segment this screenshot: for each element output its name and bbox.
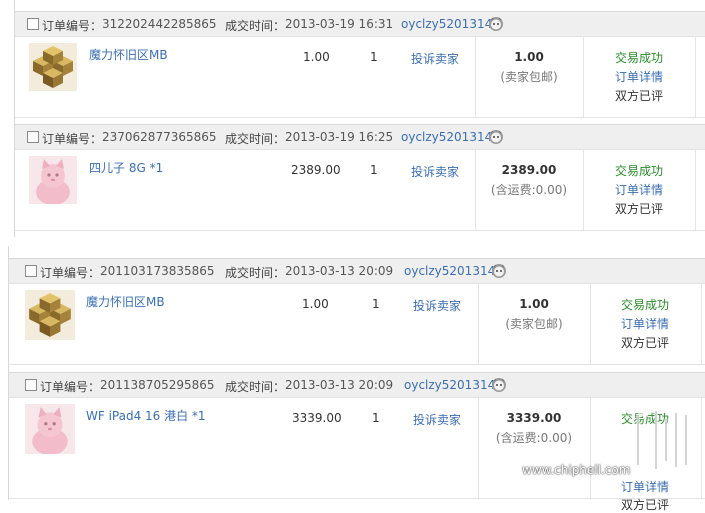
deal-time-label: 成交时间： xyxy=(225,266,286,280)
rating-status: 双方已评 xyxy=(621,498,670,512)
order-body: WF iPad4 16 港白 *1 3339.00 1 投诉卖家 3339.00… xyxy=(9,398,705,512)
order-select-checkbox[interactable] xyxy=(27,18,39,30)
aliwangwang-icon[interactable] xyxy=(488,129,504,145)
order-select-checkbox[interactable] xyxy=(25,265,37,277)
unit-price: 3339.00 xyxy=(292,411,342,425)
shipping-note: (卖家包邮) xyxy=(500,70,558,84)
orders-panel-bottom: 订单编号： 201103173835865 成交时间： 2013-03-13 2… xyxy=(8,246,705,512)
order-total: 3339.00 xyxy=(506,411,562,425)
quantity: 1 xyxy=(372,411,380,425)
order-header: 订单编号： 312202442285865 成交时间： 2013-03-19 1… xyxy=(15,11,705,37)
deal-time: 2013-03-13 20:09 xyxy=(285,378,394,392)
divider xyxy=(701,398,702,498)
rating-status: 双方已评 xyxy=(621,336,670,350)
order-card: 订单编号： 201103173835865 成交时间： 2013-03-13 2… xyxy=(9,258,705,365)
divider xyxy=(583,150,584,230)
order-number-label: 订单编号： xyxy=(40,266,101,280)
divider xyxy=(478,284,479,364)
order-body: 魔力怀旧区MB 1.00 1 投诉卖家 1.00 (卖家包邮) 交易成功 订单详… xyxy=(9,284,705,365)
divider xyxy=(475,150,476,230)
deal-time: 2013-03-19 16:25 xyxy=(285,130,394,144)
divider xyxy=(590,284,591,364)
divider xyxy=(475,37,476,117)
aliwangwang-icon[interactable] xyxy=(491,263,507,279)
order-details-link[interactable]: 订单详情 xyxy=(621,315,669,332)
order-select-checkbox[interactable] xyxy=(25,379,37,391)
seller-name-link[interactable]: oyclzy5201314 xyxy=(401,130,492,144)
order-number: 201103173835865 xyxy=(100,264,215,278)
order-number: 201138705295865 xyxy=(100,378,215,392)
order-details-link[interactable]: 订单详情 xyxy=(615,181,663,198)
deal-time: 2013-03-13 20:09 xyxy=(285,264,394,278)
quantity: 1 xyxy=(372,297,380,311)
order-details-link[interactable]: 订单详情 xyxy=(621,478,669,495)
order-number-label: 订单编号： xyxy=(42,19,103,33)
item-name-link[interactable]: WF iPad4 16 港白 *1 xyxy=(86,407,206,424)
deal-time-label: 成交时间： xyxy=(225,132,286,146)
seller-name-link[interactable]: oyclzy5201314 xyxy=(404,264,495,278)
unit-price: 1.00 xyxy=(302,297,329,311)
deal-time-label: 成交时间： xyxy=(225,19,286,33)
order-header: 订单编号： 201138705295865 成交时间： 2013-03-13 2… xyxy=(9,372,705,398)
item-name-link[interactable]: 魔力怀旧区MB xyxy=(89,46,168,63)
order-card: 订单编号： 237062877365865 成交时间： 2013-03-19 1… xyxy=(15,124,705,231)
divider xyxy=(583,37,584,117)
complain-seller-link[interactable]: 投诉卖家 xyxy=(413,411,461,428)
aliwangwang-icon[interactable] xyxy=(488,16,504,32)
divider xyxy=(590,398,591,498)
trade-status: 交易成功 xyxy=(615,51,664,65)
pink-cat-thumbnail[interactable] xyxy=(25,404,75,454)
order-number-label: 订单编号： xyxy=(42,132,103,146)
order-total: 1.00 xyxy=(514,50,544,64)
shipping-note: (卖家包邮) xyxy=(505,317,563,331)
quantity: 1 xyxy=(370,163,378,177)
seller-name-link[interactable]: oyclzy5201314 xyxy=(404,378,495,392)
order-number-label: 订单编号： xyxy=(40,380,101,394)
order-number: 312202442285865 xyxy=(102,17,217,31)
aliwangwang-icon[interactable] xyxy=(491,377,507,393)
divider xyxy=(695,150,696,230)
order-header: 订单编号： 237062877365865 成交时间： 2013-03-19 1… xyxy=(15,124,705,150)
order-header: 订单编号： 201103173835865 成交时间： 2013-03-13 2… xyxy=(9,258,705,284)
divider xyxy=(695,37,696,117)
gold-blocks-thumbnail[interactable] xyxy=(29,43,77,91)
screenshot-separator xyxy=(0,237,705,244)
rating-status: 双方已评 xyxy=(615,202,664,216)
divider xyxy=(478,398,479,498)
shipping-note: (含运费:0.00) xyxy=(490,183,568,197)
chiphell-logo-watermark xyxy=(636,411,688,469)
seller-name-link[interactable]: oyclzy5201314 xyxy=(401,17,492,31)
complain-seller-link[interactable]: 投诉卖家 xyxy=(411,163,459,180)
order-details-link[interactable]: 订单详情 xyxy=(615,68,663,85)
complain-seller-link[interactable]: 投诉卖家 xyxy=(413,297,461,314)
divider xyxy=(701,284,702,364)
order-card: 订单编号： 312202442285865 成交时间： 2013-03-19 1… xyxy=(15,11,705,118)
gold-blocks-thumbnail[interactable] xyxy=(25,290,75,340)
quantity: 1 xyxy=(370,50,378,64)
deal-time: 2013-03-19 16:31 xyxy=(285,17,394,31)
shipping-note: (含运费:0.00) xyxy=(495,431,573,445)
order-body: 四儿子 8G *1 2389.00 1 投诉卖家 2389.00 (含运费:0.… xyxy=(15,150,705,231)
order-body: 魔力怀旧区MB 1.00 1 投诉卖家 1.00 (卖家包邮) 交易成功 订单详… xyxy=(15,37,705,118)
rating-status: 双方已评 xyxy=(615,89,664,103)
unit-price: 1.00 xyxy=(303,50,330,64)
trade-status: 交易成功 xyxy=(621,298,670,312)
item-name-link[interactable]: 魔力怀旧区MB xyxy=(86,293,165,310)
watermark-url: www.chiphell.com xyxy=(522,463,631,477)
trade-status: 交易成功 xyxy=(615,164,664,178)
deal-time-label: 成交时间： xyxy=(225,380,286,394)
order-total: 1.00 xyxy=(519,297,549,311)
orders-panel-top: 订单编号： 312202442285865 成交时间： 2013-03-19 1… xyxy=(14,0,705,237)
order-select-checkbox[interactable] xyxy=(27,131,39,143)
unit-price: 2389.00 xyxy=(291,163,341,177)
order-number: 237062877365865 xyxy=(102,130,217,144)
pink-cat-thumbnail[interactable] xyxy=(29,156,77,204)
order-total: 2389.00 xyxy=(501,163,557,177)
item-name-link[interactable]: 四儿子 8G *1 xyxy=(89,159,163,176)
complain-seller-link[interactable]: 投诉卖家 xyxy=(411,50,459,67)
